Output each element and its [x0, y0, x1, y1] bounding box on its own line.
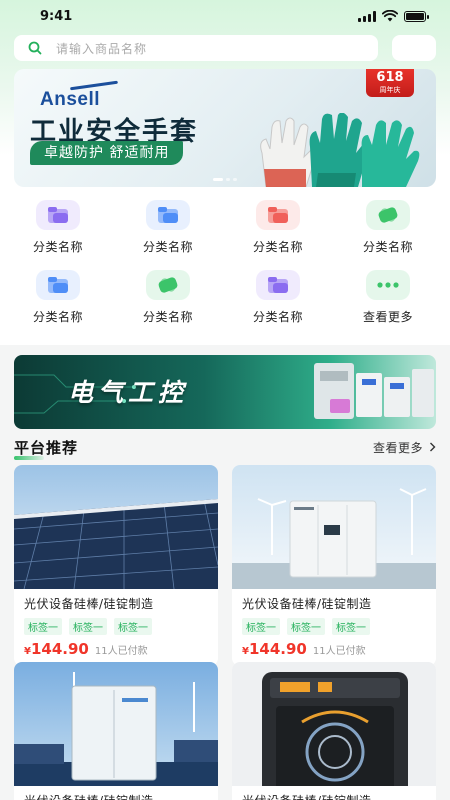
product-price: ¥144.90 [24, 639, 89, 658]
product-card[interactable]: 光伏设备硅棒/硅锭制造 [14, 662, 218, 800]
chevron-right-icon [430, 442, 436, 452]
banner-pagination [213, 178, 237, 181]
promo-banner[interactable]: 电气工控 [14, 355, 436, 429]
category-label: 分类名称 [32, 310, 83, 324]
category-label: 分类名称 [362, 240, 413, 254]
product-card[interactable]: 光伏设备硅棒/硅锭制造 标签一 标签一 标签一 ¥144.90 11人已付款 [14, 465, 218, 666]
product-title: 光伏设备硅棒/硅锭制造 [24, 597, 154, 611]
product-price: ¥144.90 [242, 639, 307, 658]
signal-icon [358, 10, 376, 22]
more-icon [366, 270, 410, 300]
search-row: 请输入商品名称 [14, 35, 436, 61]
badge-text: 周年庆 [379, 86, 401, 94]
recommend-title: 平台推荐 [14, 438, 79, 460]
ticket-icon [366, 200, 410, 230]
folder-icon [146, 200, 190, 230]
product-tag: 标签一 [242, 618, 280, 635]
sold-count: 11人已付款 [312, 646, 366, 657]
product-title: 光伏设备硅棒/硅锭制造 [14, 786, 218, 800]
status-bar: 9:41 [0, 0, 450, 32]
category-label: 查看更多 [362, 310, 413, 324]
product-card[interactable]: 光伏设备硅棒/硅锭制造 [232, 662, 436, 800]
category-item[interactable]: 分类名称 [118, 270, 218, 334]
category-label: 分类名称 [252, 310, 303, 324]
product-tag: 标签一 [69, 618, 107, 635]
view-more-label: 查看更多 [372, 440, 423, 455]
product-tag: 标签一 [332, 618, 370, 635]
banner-brand-logo: Ansell [40, 89, 101, 110]
product-tag: 标签一 [24, 618, 62, 635]
category-item[interactable]: 分类名称 [8, 200, 108, 264]
product-title: 光伏设备硅棒/硅锭制造 [242, 597, 372, 611]
category-item[interactable]: 分类名称 [118, 200, 218, 264]
ticket-icon [146, 270, 190, 300]
search-placeholder: 请输入商品名称 [56, 41, 148, 56]
product-image [232, 465, 436, 589]
folder-icon [256, 270, 300, 300]
battery-icon [404, 10, 429, 22]
glove-image [260, 113, 420, 187]
price-value: 144.90 [30, 640, 89, 658]
promo-title: 电气工控 [68, 378, 189, 407]
view-more-link[interactable]: 查看更多 [373, 439, 436, 456]
hero-banner[interactable]: Ansell 工业安全手套 卓越防护 舒适耐用 618 周年庆 [14, 69, 436, 187]
anniversary-badge: 618 周年庆 [366, 69, 414, 97]
sold-count: 11人已付款 [94, 646, 148, 657]
product-image [14, 662, 218, 786]
category-label: 分类名称 [142, 310, 193, 324]
product-title: 光伏设备硅棒/硅锭制造 [232, 786, 436, 800]
folder-icon [256, 200, 300, 230]
search-input[interactable]: 请输入商品名称 [14, 35, 378, 61]
category-item[interactable]: 查看更多 [338, 270, 438, 334]
category-label: 分类名称 [32, 240, 83, 254]
badge-number: 618 [376, 70, 404, 85]
product-card[interactable]: 光伏设备硅棒/硅锭制造 标签一 标签一 标签一 ¥144.90 11人已付款 [232, 465, 436, 666]
category-label: 分类名称 [252, 240, 303, 254]
category-item[interactable]: 分类名称 [338, 200, 438, 264]
product-tag: 标签一 [114, 618, 152, 635]
product-image [232, 662, 436, 786]
category-label: 分类名称 [142, 240, 193, 254]
currency-symbol: ¥ [242, 646, 249, 657]
wifi-icon [382, 10, 398, 22]
product-tags: 标签一 标签一 标签一 [232, 612, 436, 635]
banner-subtitle: 卓越防护 舒适耐用 [30, 141, 184, 165]
product-tag: 标签一 [287, 618, 325, 635]
category-item[interactable]: 分类名称 [228, 270, 328, 334]
header-action-button[interactable] [392, 35, 436, 61]
product-image [14, 465, 218, 589]
status-icons [358, 10, 429, 22]
recommend-header: 平台推荐 查看更多 [14, 436, 436, 460]
folder-icon [36, 200, 80, 230]
price-value: 144.90 [248, 640, 307, 658]
status-time: 9:41 [40, 8, 73, 24]
folder-icon [36, 270, 80, 300]
category-item[interactable]: 分类名称 [228, 200, 328, 264]
product-tags: 标签一 标签一 标签一 [14, 612, 218, 635]
search-icon [28, 41, 42, 55]
currency-symbol: ¥ [24, 646, 31, 657]
category-item[interactable]: 分类名称 [8, 270, 108, 334]
